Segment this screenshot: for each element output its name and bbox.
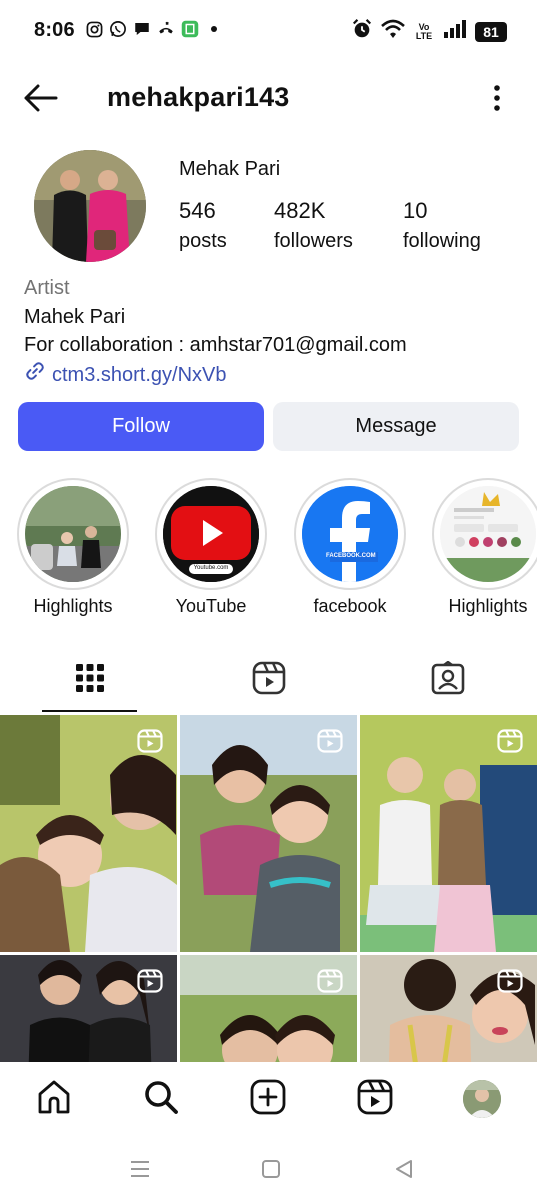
status-bar: 8:06 Vo LTE 81 — [0, 0, 537, 62]
profile-tabs — [0, 648, 537, 714]
followers-count[interactable]: 482K followers — [274, 198, 353, 253]
nav-profile[interactable] — [463, 1080, 501, 1118]
reel-badge-icon — [137, 729, 163, 753]
reels-icon — [357, 1079, 393, 1120]
dot-icon — [205, 20, 223, 38]
profile-link[interactable]: ctm3.short.gy/NxVb — [24, 360, 407, 391]
nav-create[interactable] — [249, 1079, 287, 1120]
profile-bio: Artist Mahek Pari For collaboration : am… — [24, 274, 407, 390]
instagram-icon — [85, 20, 103, 38]
volte-icon: Vo LTE — [415, 21, 433, 41]
stat-label: posts — [179, 230, 227, 252]
highlight-cover: Youtube.com — [163, 486, 259, 582]
nav-home[interactable] — [35, 1080, 73, 1118]
highlight-badge: FACEBOOK.COM — [326, 553, 376, 559]
posts-count[interactable]: 546 posts — [179, 198, 227, 253]
reel-badge-icon — [317, 729, 343, 753]
system-navigation — [0, 1138, 537, 1200]
back-arrow-icon[interactable] — [22, 82, 62, 114]
following-count[interactable]: 10 following — [403, 198, 481, 253]
whatsapp-icon — [109, 20, 127, 38]
reel-badge-icon — [317, 969, 343, 993]
highlight-ring: FACEBOOK.COM — [294, 478, 406, 590]
post-thumbnail[interactable] — [360, 715, 537, 952]
highlight-item[interactable]: Highlights — [432, 478, 537, 617]
highlight-item[interactable]: Highlights — [17, 478, 129, 617]
profile-avatar — [463, 1080, 501, 1118]
chat-icon — [133, 20, 151, 38]
highlight-cover — [25, 486, 121, 582]
create-icon — [250, 1079, 286, 1120]
post-thumbnail[interactable] — [360, 955, 537, 1065]
tagged-icon — [431, 660, 465, 700]
profile-username: mehakpari143 — [107, 82, 290, 112]
profile-link-text: ctm3.short.gy/NxVb — [52, 363, 227, 386]
highlight-ring — [432, 478, 537, 590]
app-icon — [181, 20, 199, 38]
post-thumbnail[interactable] — [180, 715, 357, 952]
highlight-item[interactable]: Youtube.com YouTube — [155, 478, 267, 617]
post-thumbnail[interactable] — [180, 955, 357, 1065]
highlight-cover: FACEBOOK.COM — [302, 486, 398, 582]
system-status-icons: Vo LTE 81 — [351, 18, 507, 45]
bio-line: For collaboration : amhstar701@gmail.com — [24, 334, 407, 356]
battery-icon: 81 — [475, 21, 507, 42]
highlight-label: facebook — [313, 596, 387, 616]
bio-line: Mahek Pari — [24, 305, 126, 328]
search-icon — [143, 1079, 179, 1120]
profile-header: mehakpari143 — [0, 70, 537, 126]
notification-icons — [85, 20, 223, 38]
highlight-label: Highlights — [448, 596, 528, 616]
highlight-ring — [17, 478, 129, 590]
display-name: Mehak Pari — [179, 158, 281, 180]
recents-icon[interactable] — [127, 1156, 153, 1182]
reels-icon — [252, 661, 286, 700]
bottom-navigation — [0, 1062, 537, 1136]
signal-icon — [443, 19, 467, 44]
stat-value: 546 — [179, 198, 216, 223]
stat-label: following — [403, 230, 481, 252]
home-square-icon[interactable] — [258, 1156, 284, 1182]
alarm-icon — [351, 18, 373, 45]
missed-call-icon — [157, 20, 175, 38]
message-button[interactable]: Message — [273, 402, 519, 451]
link-icon — [24, 360, 46, 391]
follow-button[interactable]: Follow — [18, 402, 264, 451]
reel-badge-icon — [137, 969, 163, 993]
clock: 8:06 — [34, 19, 75, 41]
tab-reels[interactable] — [179, 648, 358, 712]
profile-category: Artist — [24, 277, 70, 299]
nav-reels[interactable] — [356, 1079, 394, 1120]
post-thumbnail[interactable] — [0, 715, 177, 952]
more-vertical-icon[interactable] — [493, 84, 501, 112]
home-icon — [36, 1079, 72, 1120]
stat-value: 482K — [274, 198, 326, 223]
grid-icon — [75, 663, 105, 698]
nav-search[interactable] — [142, 1080, 180, 1118]
highlight-ring: Youtube.com — [155, 478, 267, 590]
stat-value: 10 — [403, 198, 428, 223]
back-triangle-icon[interactable] — [391, 1156, 417, 1182]
tab-grid[interactable] — [0, 648, 179, 712]
reel-badge-icon — [497, 969, 523, 993]
highlight-cover — [440, 486, 536, 582]
highlight-label: Highlights — [33, 596, 113, 616]
reel-badge-icon — [497, 729, 523, 753]
highlight-badge: Youtube.com — [193, 565, 229, 571]
tab-indicator — [42, 710, 137, 712]
highlight-label: YouTube — [175, 596, 247, 616]
stat-label: followers — [274, 230, 353, 252]
highlight-item[interactable]: FACEBOOK.COM facebook — [294, 478, 406, 617]
post-thumbnail[interactable] — [0, 955, 177, 1065]
tab-tagged[interactable] — [358, 648, 537, 712]
wifi-icon — [381, 19, 405, 44]
profile-avatar[interactable] — [34, 150, 146, 262]
posts-grid — [0, 715, 537, 1065]
